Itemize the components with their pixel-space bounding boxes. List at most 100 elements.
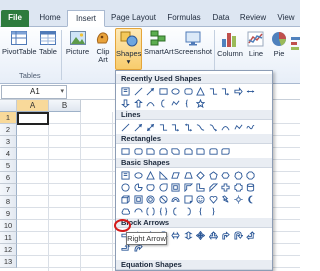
star-shape-icon[interactable] (195, 98, 206, 109)
curve-shape-icon[interactable] (220, 122, 231, 133)
pivottable-button[interactable]: PivotTable (2, 29, 37, 56)
pie-shape-icon[interactable] (133, 182, 144, 193)
snip-single-corner-rectangle-shape-icon[interactable] (145, 146, 156, 157)
text-box-shape-icon[interactable] (120, 86, 131, 97)
up-arrow-shape-icon[interactable] (133, 98, 144, 109)
double-brace-shape-icon[interactable] (158, 206, 169, 217)
donut-shape-icon[interactable] (145, 194, 156, 205)
row-header[interactable]: 8 (0, 196, 17, 208)
row-header[interactable]: 12 (0, 244, 17, 256)
row-header[interactable]: 10 (0, 220, 17, 232)
right-brace-shape-icon[interactable] (208, 206, 219, 217)
row-header[interactable]: 11 (0, 232, 17, 244)
block-arc-shape-icon[interactable] (170, 194, 181, 205)
row-header[interactable]: 3 (0, 136, 17, 148)
curved-arrow-connector-shape-icon[interactable] (208, 122, 219, 133)
pie-chart-button[interactable]: Pie (268, 29, 290, 58)
u-turn-arrow-block-icon[interactable] (233, 230, 244, 241)
row-header[interactable]: 9 (0, 208, 17, 220)
lightning-bolt-shape-icon[interactable] (220, 194, 231, 205)
cube-shape-icon[interactable] (120, 194, 131, 205)
no-symbol-shape-icon[interactable] (158, 194, 169, 205)
octagon-shape-icon[interactable] (245, 170, 256, 181)
arrow-line-shape-icon[interactable] (133, 122, 144, 133)
elbow-connector-shape-icon[interactable] (158, 122, 169, 133)
cloud-shape-icon[interactable] (120, 206, 131, 217)
row-header[interactable]: 6 (0, 172, 17, 184)
quad-arrow-block-icon[interactable] (195, 230, 206, 241)
can-shape-icon[interactable] (245, 182, 256, 193)
row-header[interactable]: 7 (0, 184, 17, 196)
tab-file[interactable]: File (1, 10, 29, 27)
freeform-shape-icon[interactable] (233, 122, 244, 133)
tab-insert[interactable]: Insert (67, 10, 105, 27)
tab-review[interactable]: Review (235, 10, 271, 27)
bevel-shape-icon[interactable] (133, 194, 144, 205)
half-frame-shape-icon[interactable] (183, 182, 194, 193)
pentagon-shape-icon[interactable] (208, 170, 219, 181)
name-box[interactable]: A1 ▾ (1, 85, 67, 99)
tab-page-layout[interactable]: Page Layout (106, 10, 161, 27)
bent-arrow-block-icon[interactable] (220, 230, 231, 241)
rectangle-shape-icon[interactable] (120, 146, 131, 157)
rectangle-shape-icon[interactable] (158, 86, 169, 97)
row-header[interactable]: 1 (0, 112, 17, 124)
picture-button[interactable]: Picture (64, 29, 91, 56)
l-shape-icon[interactable] (195, 182, 206, 193)
row-header[interactable]: 4 (0, 148, 17, 160)
tab-home[interactable]: Home (33, 10, 67, 27)
freeform-shape-icon[interactable] (170, 98, 181, 109)
double-bracket-shape-icon[interactable] (145, 206, 156, 217)
sun-shape-icon[interactable] (233, 194, 244, 205)
left-up-arrow-block-icon[interactable] (245, 230, 256, 241)
tab-formulas[interactable]: Formulas (161, 10, 207, 27)
column-header-a[interactable]: A (17, 100, 49, 112)
parallelogram-shape-icon[interactable] (170, 170, 181, 181)
elbow-arrow-shape-icon[interactable] (170, 122, 181, 133)
up-down-arrow-block-icon[interactable] (183, 230, 194, 241)
smiley-face-shape-icon[interactable] (195, 194, 206, 205)
left-brace-shape-icon[interactable] (195, 206, 206, 217)
folded-corner-shape-icon[interactable] (183, 194, 194, 205)
moon-shape-icon[interactable] (245, 194, 256, 205)
left-bracket-shape-icon[interactable] (170, 206, 181, 217)
tab-view[interactable]: View (272, 10, 300, 27)
line-chart-button[interactable]: Line (245, 29, 267, 58)
right-bracket-shape-icon[interactable] (183, 206, 194, 217)
trapezoid-shape-icon[interactable] (183, 170, 194, 181)
tab-data[interactable]: Data (208, 10, 234, 27)
hexagon-shape-icon[interactable] (220, 170, 231, 181)
column-header-b[interactable]: B (49, 100, 81, 112)
round-same-side-rectangle-shape-icon[interactable] (208, 146, 219, 157)
snip-round-rectangle-shape-icon[interactable] (183, 146, 194, 157)
select-all-corner[interactable] (0, 100, 17, 112)
bar-chart-button[interactable] (290, 35, 302, 52)
text-box-shape-icon[interactable] (120, 170, 131, 181)
brace-shape-icon[interactable] (183, 98, 194, 109)
arc-shape-icon[interactable] (133, 206, 144, 217)
rounded-rectangle-shape-icon[interactable] (133, 146, 144, 157)
elbow-arrow-shape-icon[interactable] (220, 86, 231, 97)
chevron-down-icon[interactable]: ▾ (60, 86, 64, 98)
plus-shape-icon[interactable] (220, 182, 231, 193)
triangle-shape-icon[interactable] (145, 170, 156, 181)
triangle-shape-icon[interactable] (195, 86, 206, 97)
oval-shape-icon[interactable] (133, 170, 144, 181)
decagon-shape-icon[interactable] (120, 182, 131, 193)
heart-shape-icon[interactable] (208, 194, 219, 205)
elbow-double-arrow-shape-icon[interactable] (183, 122, 194, 133)
elbow-connector-shape-icon[interactable] (208, 86, 219, 97)
table-button[interactable]: Table (37, 29, 59, 56)
line-shape-icon[interactable] (133, 86, 144, 97)
clip-art-button[interactable]: Clip Art (93, 29, 113, 64)
heptagon-shape-icon[interactable] (233, 170, 244, 181)
round-single-corner-rectangle-shape-icon[interactable] (195, 146, 206, 157)
left-right-arrow-block-icon[interactable] (170, 230, 181, 241)
diamond-shape-icon[interactable] (195, 170, 206, 181)
screenshot-button[interactable]: Screenshot (173, 29, 213, 56)
right-arrow-shape-icon[interactable] (233, 86, 244, 97)
row-header[interactable]: 2 (0, 124, 17, 136)
bracket-shape-icon[interactable] (158, 98, 169, 109)
round-diagonal-rectangle-shape-icon[interactable] (220, 146, 231, 157)
smartart-button[interactable]: SmartArt (144, 29, 174, 56)
